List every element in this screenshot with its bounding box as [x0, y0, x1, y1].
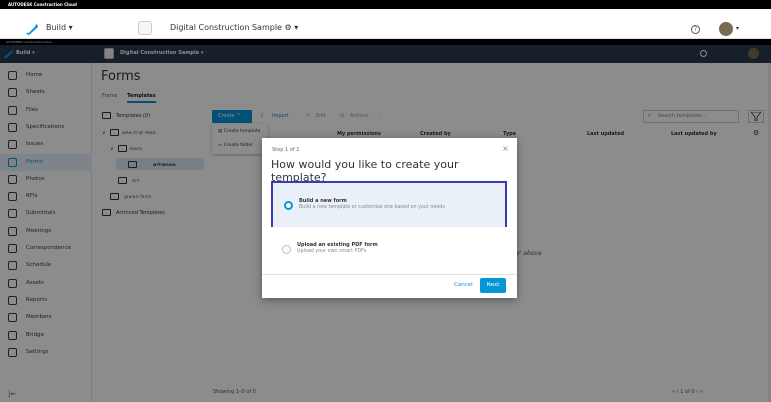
build-app-icon	[26, 24, 38, 35]
help-icon[interactable]: ?	[691, 25, 700, 34]
create-template-dialog: Step 1 of 2 × How would you like to crea…	[262, 138, 517, 298]
project-settings-icon: ⚙	[284, 23, 292, 32]
option-build-new-form[interactable]: Build a new form Build a new template or…	[271, 181, 507, 229]
app-header: Build ▾ Digital Construction Sample ⚙ ▾ …	[0, 9, 771, 39]
app-switcher[interactable]: Build ▾	[46, 23, 73, 32]
radio-unselected[interactable]	[282, 245, 291, 254]
option-title: Build a new form	[299, 198, 347, 204]
chevron-down-icon[interactable]: ▾	[736, 25, 739, 32]
close-icon[interactable]: ×	[502, 144, 509, 153]
option-description: Upload your own smart PDFs	[297, 249, 367, 254]
project-icon	[138, 21, 152, 35]
brand-bar: AUTODESK Construction Cloud	[0, 0, 771, 9]
option-title: Upload an existing PDF form	[297, 242, 378, 248]
project-switcher[interactable]: Digital Construction Sample ⚙ ▾	[170, 23, 298, 32]
dialog-divider	[262, 274, 517, 275]
step-indicator: Step 1 of 2	[272, 147, 300, 153]
next-button[interactable]: Next	[480, 278, 506, 293]
radio-selected[interactable]	[284, 201, 293, 210]
option-description: Build a new template or customize one ba…	[299, 205, 445, 210]
user-avatar[interactable]	[719, 22, 733, 36]
option-upload-pdf[interactable]: Upload an existing PDF form Upload your …	[271, 227, 507, 275]
cancel-button[interactable]: Cancel	[454, 282, 473, 288]
